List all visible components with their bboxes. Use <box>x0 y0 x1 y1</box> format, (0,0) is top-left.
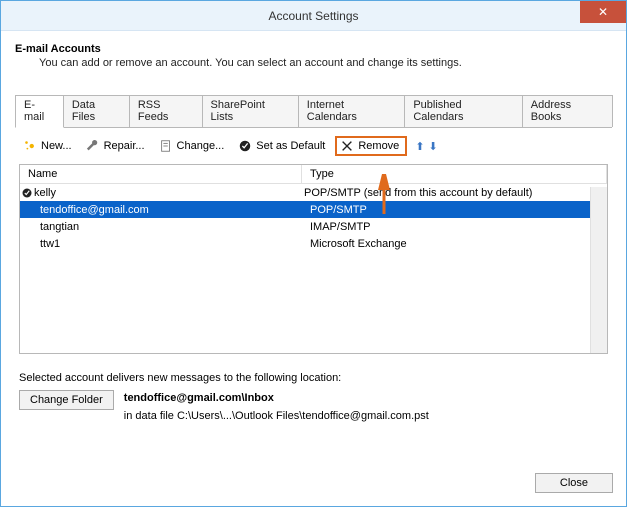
change-label: Change... <box>177 140 225 152</box>
remove-label: Remove <box>358 140 399 152</box>
col-type[interactable]: Type <box>302 165 607 183</box>
section-heading: E-mail Accounts <box>15 43 612 55</box>
new-button[interactable]: New... <box>19 137 76 155</box>
wrench-icon <box>86 139 100 153</box>
account-type: Microsoft Exchange <box>302 238 607 250</box>
delivery-location: tendoffice@gmail.com\Inbox <box>124 390 429 408</box>
delivery-intro: Selected account delivers new messages t… <box>19 372 608 384</box>
tabs-bar: E-mail Data Files RSS Feeds SharePoint L… <box>15 95 612 128</box>
tab-rss[interactable]: RSS Feeds <box>129 95 203 127</box>
account-name: tendoffice@gmail.com <box>40 204 302 216</box>
accounts-list: Name Type kelly POP/SMTP (send from this… <box>19 164 608 354</box>
close-icon: ✕ <box>598 6 608 18</box>
tab-sharepoint[interactable]: SharePoint Lists <box>202 95 299 127</box>
list-row[interactable]: tangtian IMAP/SMTP <box>20 218 607 235</box>
account-type: IMAP/SMTP <box>302 221 607 233</box>
list-row[interactable]: ttw1 Microsoft Exchange <box>20 235 607 252</box>
window-title: Account Settings <box>1 9 626 23</box>
list-scrollbar[interactable] <box>590 187 607 353</box>
section-subheading: You can add or remove an account. You ca… <box>39 57 612 69</box>
list-row[interactable]: tendoffice@gmail.com POP/SMTP <box>20 201 607 218</box>
delivery-datafile: in data file C:\Users\...\Outlook Files\… <box>124 408 429 426</box>
window-close-button[interactable]: ✕ <box>580 1 626 23</box>
repair-button[interactable]: Repair... <box>82 137 149 155</box>
account-type: POP/SMTP (send from this account by defa… <box>296 187 607 199</box>
col-name[interactable]: Name <box>20 165 302 183</box>
account-type: POP/SMTP <box>302 204 607 216</box>
tab-published-cal[interactable]: Published Calendars <box>404 95 522 127</box>
new-label: New... <box>41 140 72 152</box>
document-icon <box>159 139 173 153</box>
default-check-icon <box>20 186 34 200</box>
list-row[interactable]: kelly POP/SMTP (send from this account b… <box>20 184 607 201</box>
default-label: Set as Default <box>256 140 325 152</box>
tab-email[interactable]: E-mail <box>15 95 64 128</box>
remove-button[interactable]: Remove <box>335 136 407 156</box>
toolbar: New... Repair... Change... Set as Defaul… <box>15 128 612 162</box>
move-down-icon[interactable]: ⬇ <box>429 140 438 153</box>
sparkle-icon <box>23 139 37 153</box>
account-name: tangtian <box>40 221 302 233</box>
x-icon <box>340 139 354 153</box>
close-button[interactable]: Close <box>535 473 613 493</box>
change-folder-button[interactable]: Change Folder <box>19 390 114 410</box>
move-up-icon[interactable]: ⬆ <box>415 140 424 153</box>
account-name: ttw1 <box>40 238 302 250</box>
account-name: kelly <box>34 187 296 199</box>
repair-label: Repair... <box>104 140 145 152</box>
tab-datafiles[interactable]: Data Files <box>63 95 130 127</box>
tab-internet-cal[interactable]: Internet Calendars <box>298 95 406 127</box>
tab-address-books[interactable]: Address Books <box>522 95 613 127</box>
set-default-button[interactable]: Set as Default <box>234 137 329 155</box>
check-circle-icon <box>238 139 252 153</box>
change-button[interactable]: Change... <box>155 137 229 155</box>
